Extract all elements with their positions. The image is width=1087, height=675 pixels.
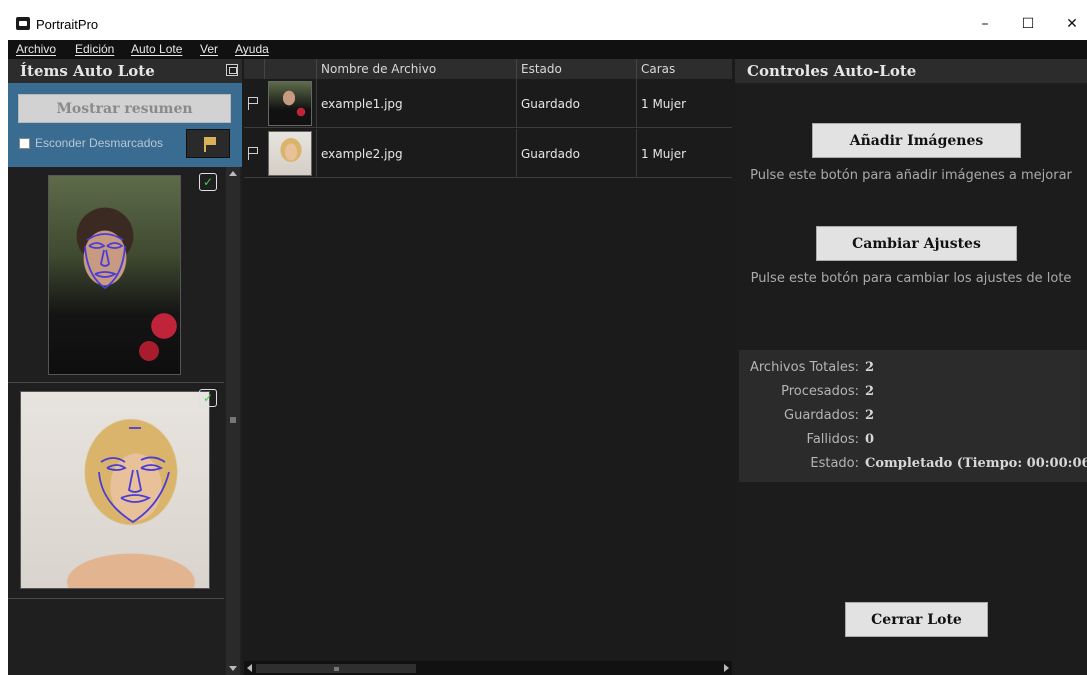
stat-label: Guardados: bbox=[784, 408, 859, 423]
thumbnail-item[interactable]: ✓ bbox=[8, 167, 224, 383]
stat-row-total: Archivos Totales: 2 bbox=[739, 360, 1087, 380]
stat-label: Estado: bbox=[810, 456, 859, 471]
row-thumbnail bbox=[268, 81, 312, 126]
flag-outline-icon[interactable] bbox=[248, 97, 260, 110]
menu-ayuda[interactable]: Ayuda bbox=[235, 42, 269, 56]
batch-items-controls: Mostrar resumen Esconder Desmarcados bbox=[8, 83, 242, 167]
stat-value: 2 bbox=[865, 360, 875, 375]
menu-auto-lote[interactable]: Auto Lote bbox=[131, 42, 182, 56]
batch-items-title: Ítems Auto Lote bbox=[8, 59, 242, 83]
stat-value: 0 bbox=[865, 432, 875, 447]
add-images-hint: Pulse este botón para añadir imágenes a … bbox=[750, 168, 1072, 183]
table-header: Nombre de Archivo Estado Caras bbox=[244, 59, 732, 79]
faces-cell: 1 Mujer bbox=[636, 129, 732, 178]
close-button[interactable]: ✕ bbox=[1052, 10, 1087, 38]
thumbnail-item[interactable]: ✓ bbox=[8, 383, 224, 599]
stat-row-processed: Procesados: 2 bbox=[739, 384, 1087, 404]
menu-edicion[interactable]: Edición bbox=[75, 42, 114, 56]
hide-unmarked-checkbox[interactable] bbox=[19, 138, 30, 149]
saved-check-icon: ✓ bbox=[199, 389, 217, 407]
menu-ver[interactable]: Ver bbox=[200, 42, 218, 56]
thumbnail-list: ✓ ✓ bbox=[8, 167, 224, 675]
batch-items-panel: Ítems Auto Lote Mostrar resumen Esconder… bbox=[8, 59, 242, 675]
table-row[interactable]: example2.jpg Guardado 1 Mujer bbox=[244, 129, 732, 178]
stat-label: Procesados: bbox=[781, 384, 859, 399]
status-cell: Guardado bbox=[516, 79, 636, 128]
menu-archivo[interactable]: Archivo bbox=[16, 42, 56, 56]
stat-value: 2 bbox=[865, 384, 875, 399]
file-table: Nombre de Archivo Estado Caras example1.… bbox=[244, 59, 732, 675]
face-outline-overlay bbox=[98, 427, 170, 524]
app-icon bbox=[16, 17, 30, 30]
scroll-down-icon[interactable] bbox=[229, 666, 237, 671]
flag-filter-button[interactable] bbox=[186, 129, 230, 158]
thumbnail-scrollbar[interactable] bbox=[226, 167, 240, 675]
saved-check-icon: ✓ bbox=[199, 173, 217, 191]
window-title: PortraitPro bbox=[36, 17, 99, 32]
stat-value: 2 bbox=[865, 408, 875, 423]
table-horizontal-scrollbar[interactable] bbox=[244, 661, 732, 675]
filename-cell: example2.jpg bbox=[316, 129, 516, 178]
title-bar: PortraitPro – ☐ ✕ bbox=[0, 0, 1087, 40]
show-summary-button[interactable]: Mostrar resumen bbox=[18, 94, 231, 123]
filename-cell: example1.jpg bbox=[316, 79, 516, 128]
change-settings-button[interactable]: Cambiar Ajustes bbox=[816, 226, 1017, 261]
faces-cell: 1 Mujer bbox=[636, 79, 732, 128]
batch-stats: Archivos Totales: 2 Procesados: 2 Guarda… bbox=[739, 350, 1087, 482]
column-header-thumb[interactable] bbox=[264, 59, 316, 79]
app-body: Ítems Auto Lote Mostrar resumen Esconder… bbox=[8, 59, 1087, 675]
menu-bar: Archivo Edición Auto Lote Ver Ayuda bbox=[8, 40, 1087, 59]
column-header-faces[interactable]: Caras bbox=[636, 59, 732, 79]
batch-controls-title: Controles Auto-Lote bbox=[735, 59, 1087, 83]
row-thumbnail bbox=[268, 131, 312, 176]
close-batch-button[interactable]: Cerrar Lote bbox=[845, 602, 988, 637]
portrait-thumbnail[interactable] bbox=[48, 175, 181, 375]
column-header-status[interactable]: Estado bbox=[516, 59, 636, 79]
column-header-flag[interactable] bbox=[244, 59, 264, 79]
scroll-grip bbox=[334, 667, 339, 671]
minimize-button[interactable]: – bbox=[965, 10, 1005, 38]
scroll-left-icon[interactable] bbox=[247, 664, 252, 672]
status-cell: Guardado bbox=[516, 129, 636, 178]
add-images-button[interactable]: Añadir Imágenes bbox=[812, 123, 1021, 158]
stat-value: Completado (Tiempo: 00:00:06) bbox=[865, 456, 1087, 471]
change-settings-hint: Pulse este botón para cambiar los ajuste… bbox=[750, 271, 1072, 286]
batch-controls-panel: Controles Auto-Lote Añadir Imágenes Puls… bbox=[735, 59, 1087, 675]
hide-unmarked-label: Esconder Desmarcados bbox=[35, 136, 164, 150]
stat-row-saved: Guardados: 2 bbox=[739, 408, 1087, 428]
scroll-up-icon[interactable] bbox=[229, 171, 237, 176]
column-header-filename[interactable]: Nombre de Archivo bbox=[316, 59, 516, 79]
scroll-right-icon[interactable] bbox=[724, 664, 729, 672]
portrait-thumbnail[interactable] bbox=[20, 391, 210, 589]
float-panel-icon[interactable] bbox=[226, 64, 238, 76]
stat-label: Fallidos: bbox=[806, 432, 859, 447]
table-row[interactable]: example1.jpg Guardado 1 Mujer bbox=[244, 79, 732, 128]
scroll-thumb[interactable] bbox=[230, 417, 236, 423]
face-outline-overlay bbox=[84, 233, 126, 290]
stat-row-failed: Fallidos: 0 bbox=[739, 432, 1087, 452]
stat-label: Archivos Totales: bbox=[749, 360, 859, 375]
flag-outline-icon[interactable] bbox=[248, 147, 260, 160]
maximize-button[interactable]: ☐ bbox=[1008, 10, 1048, 38]
stat-row-status: Estado: Completado (Tiempo: 00:00:06) bbox=[739, 456, 1087, 476]
